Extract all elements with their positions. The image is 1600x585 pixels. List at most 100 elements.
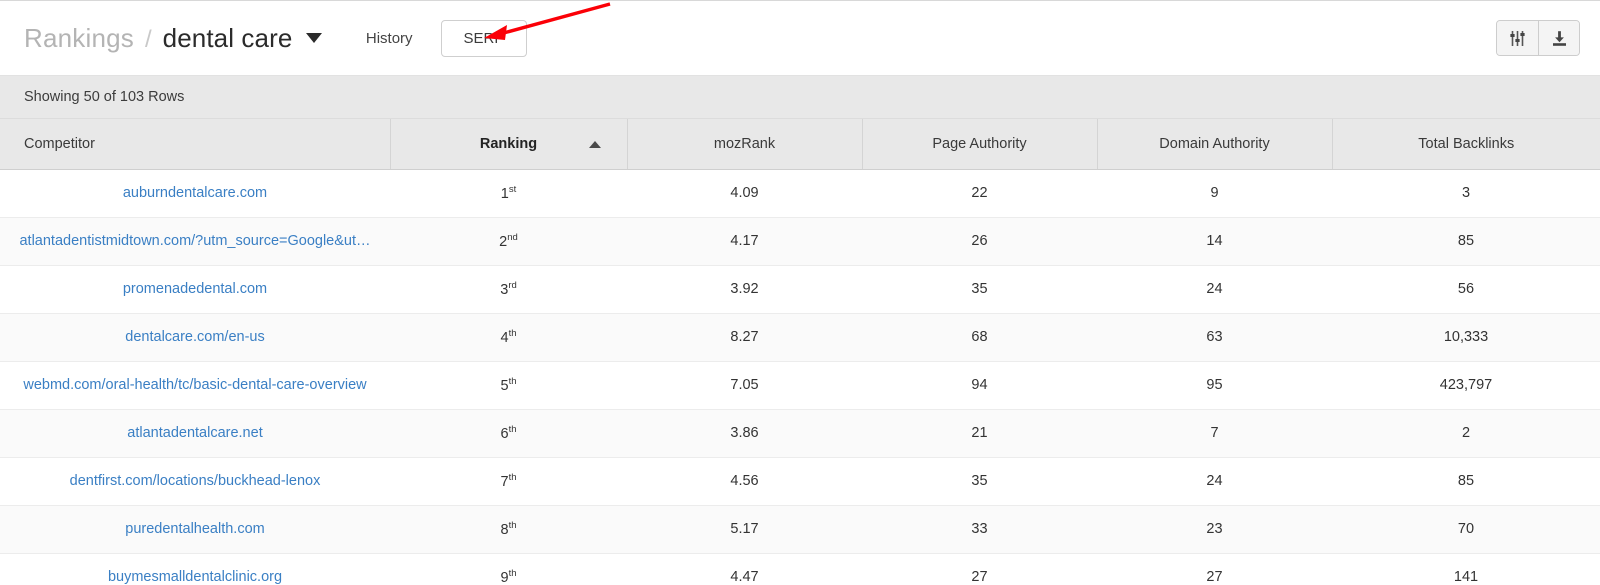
- table-row: puredentalhealth.com 8th5.17332370: [0, 505, 1600, 553]
- column-header-page-authority[interactable]: Page Authority: [862, 119, 1097, 169]
- rankings-serp-page: Rankings / dental care History SERP: [0, 0, 1600, 585]
- column-header-competitor-label: Competitor: [24, 136, 95, 152]
- cell-page-authority: 35: [862, 265, 1097, 313]
- competitor-link[interactable]: auburndentalcare.com: [123, 185, 267, 201]
- header-subnav: History SERP: [362, 20, 528, 57]
- cell-page-authority: 27: [862, 553, 1097, 585]
- cell-total-backlinks: 2: [1332, 409, 1600, 457]
- column-header-mozrank-label: mozRank: [714, 136, 775, 152]
- competitor-link[interactable]: atlantadentistmidtown.com/?utm_source=Go…: [19, 233, 370, 249]
- cell-domain-authority: 23: [1097, 505, 1332, 553]
- tab-serp[interactable]: SERP: [441, 20, 528, 57]
- cell-page-authority: 94: [862, 361, 1097, 409]
- cell-ranking: 8th: [390, 505, 627, 553]
- ranking-ordinal: 1st: [501, 186, 516, 202]
- cell-ranking: 1st: [390, 169, 627, 217]
- ranking-ordinal-suffix: th: [509, 568, 517, 579]
- ranking-ordinal: 3rd: [500, 282, 517, 298]
- cell-mozrank: 8.27: [627, 313, 862, 361]
- competitor-link[interactable]: puredentalhealth.com: [125, 521, 264, 537]
- competitor-link[interactable]: dentalcare.com/en-us: [125, 329, 264, 345]
- column-header-domain-authority-label: Domain Authority: [1159, 136, 1269, 152]
- cell-page-authority: 26: [862, 217, 1097, 265]
- table-row: auburndentalcare.com1st4.092293: [0, 169, 1600, 217]
- cell-domain-authority: 27: [1097, 553, 1332, 585]
- breadcrumb-separator: /: [145, 26, 152, 54]
- competitor-link[interactable]: promenadedental.com: [123, 281, 267, 297]
- column-header-domain-authority[interactable]: Domain Authority: [1097, 119, 1332, 169]
- ranking-ordinal-suffix: th: [509, 376, 517, 387]
- cell-mozrank: 4.47: [627, 553, 862, 585]
- table-row: atlantadentistmidtown.com/?utm_source=Go…: [0, 217, 1600, 265]
- column-header-total-backlinks-label: Total Backlinks: [1418, 136, 1514, 152]
- table-header: Competitor Ranking mozRank Page Authorit…: [0, 119, 1600, 169]
- cell-total-backlinks: 423,797: [1332, 361, 1600, 409]
- ranking-ordinal-suffix: nd: [507, 232, 518, 243]
- cell-competitor: buymesmalldentalclinic.org: [0, 553, 390, 585]
- cell-competitor: promenadedental.com: [0, 265, 390, 313]
- competitor-link[interactable]: atlantadentalcare.net: [127, 425, 262, 441]
- competitor-link[interactable]: buymesmalldentalclinic.org: [108, 569, 282, 585]
- column-header-mozrank[interactable]: mozRank: [627, 119, 862, 169]
- breadcrumb: Rankings / dental care: [24, 23, 322, 54]
- cell-ranking: 7th: [390, 457, 627, 505]
- cell-page-authority: 21: [862, 409, 1097, 457]
- ranking-ordinal-suffix: st: [509, 184, 516, 195]
- page-header: Rankings / dental care History SERP: [0, 1, 1600, 76]
- table-row: atlantadentalcare.net6th3.862172: [0, 409, 1600, 457]
- cell-domain-authority: 63: [1097, 313, 1332, 361]
- chevron-down-icon: [306, 33, 322, 43]
- competitor-link[interactable]: dentfirst.com/locations/buckhead-lenox: [70, 473, 321, 489]
- showing-rows-text: Showing 50 of 103 Rows: [24, 89, 184, 105]
- ranking-ordinal-suffix: rd: [508, 280, 516, 291]
- column-header-total-backlinks[interactable]: Total Backlinks: [1332, 119, 1600, 169]
- column-header-ranking[interactable]: Ranking: [390, 119, 627, 169]
- header-action-buttons: [1496, 20, 1580, 56]
- filter-settings-button[interactable]: [1497, 21, 1538, 55]
- cell-total-backlinks: 3: [1332, 169, 1600, 217]
- cell-competitor: atlantadentistmidtown.com/?utm_source=Go…: [0, 217, 390, 265]
- column-header-competitor[interactable]: Competitor: [0, 119, 390, 169]
- ranking-ordinal-suffix: th: [509, 328, 517, 339]
- competitor-link[interactable]: webmd.com/oral-health/tc/basic-dental-ca…: [23, 377, 366, 393]
- download-export-button[interactable]: [1538, 21, 1579, 55]
- ranking-ordinal: 2nd: [499, 234, 518, 250]
- cell-competitor: puredentalhealth.com: [0, 505, 390, 553]
- table-row: buymesmalldentalclinic.org9th4.472727141: [0, 553, 1600, 585]
- sort-ascending-icon: [589, 141, 601, 148]
- breadcrumb-current-label: dental care: [163, 23, 293, 53]
- cell-page-authority: 33: [862, 505, 1097, 553]
- table-body: auburndentalcare.com1st4.092293atlantade…: [0, 169, 1600, 585]
- table-row: webmd.com/oral-health/tc/basic-dental-ca…: [0, 361, 1600, 409]
- table-row: dentalcare.com/en-us4th8.27686310,333: [0, 313, 1600, 361]
- cell-mozrank: 7.05: [627, 361, 862, 409]
- cell-total-backlinks: 70: [1332, 505, 1600, 553]
- ranking-ordinal: 7th: [500, 474, 516, 490]
- cell-ranking: 2nd: [390, 217, 627, 265]
- cell-ranking: 9th: [390, 553, 627, 585]
- ranking-ordinal: 6th: [500, 426, 516, 442]
- cell-ranking: 6th: [390, 409, 627, 457]
- sliders-icon: [1509, 30, 1526, 47]
- ranking-ordinal: 4th: [500, 330, 516, 346]
- cell-mozrank: 5.17: [627, 505, 862, 553]
- ranking-ordinal-suffix: th: [509, 520, 517, 531]
- ranking-ordinal-suffix: th: [509, 424, 517, 435]
- breadcrumb-root-rankings[interactable]: Rankings: [24, 23, 134, 54]
- cell-ranking: 3rd: [390, 265, 627, 313]
- table-row: dentfirst.com/locations/buckhead-lenox 7t…: [0, 457, 1600, 505]
- cell-competitor: webmd.com/oral-health/tc/basic-dental-ca…: [0, 361, 390, 409]
- results-count-band: Showing 50 of 103 Rows: [0, 76, 1600, 119]
- cell-competitor: atlantadentalcare.net: [0, 409, 390, 457]
- cell-total-backlinks: 56: [1332, 265, 1600, 313]
- cell-competitor: dentalcare.com/en-us: [0, 313, 390, 361]
- breadcrumb-current-keyword-dropdown[interactable]: dental care: [163, 23, 322, 54]
- cell-ranking: 5th: [390, 361, 627, 409]
- cell-total-backlinks: 85: [1332, 457, 1600, 505]
- cell-domain-authority: 9: [1097, 169, 1332, 217]
- cell-mozrank: 3.92: [627, 265, 862, 313]
- tab-history[interactable]: History: [362, 23, 417, 54]
- column-header-ranking-label: Ranking: [480, 136, 537, 152]
- ranking-ordinal-suffix: th: [509, 472, 517, 483]
- cell-total-backlinks: 141: [1332, 553, 1600, 585]
